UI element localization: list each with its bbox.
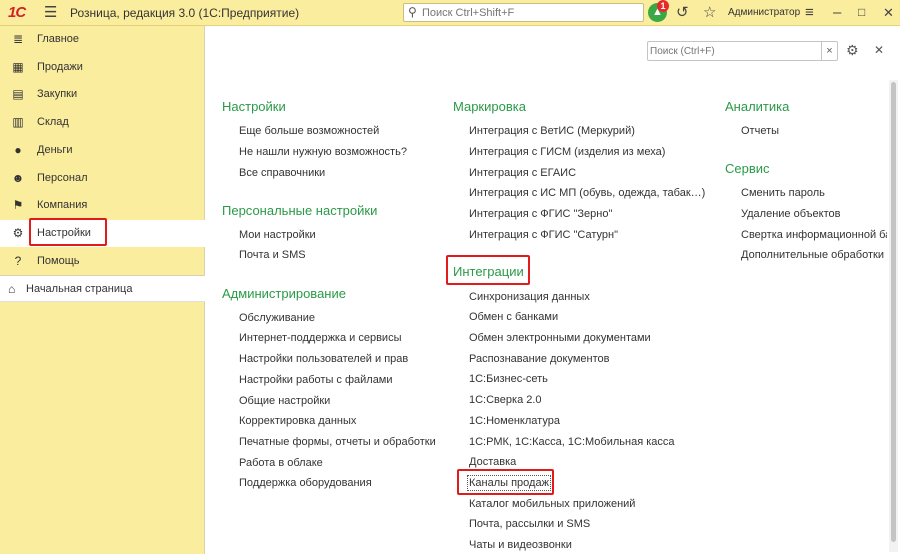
global-search-input[interactable] — [422, 6, 637, 20]
sidebar-item-sales[interactable]: ▦ Продажи — [0, 54, 205, 81]
cash-register-icon: ▦ — [12, 60, 24, 74]
home-icon: ⌂ — [8, 282, 16, 296]
scrollbar-thumb[interactable] — [891, 82, 896, 542]
link-sverka[interactable]: 1С:Сверка 2.0 — [469, 394, 542, 406]
link-business-network[interactable]: 1С:Бизнес-сеть — [469, 373, 548, 385]
home-page-tab[interactable]: ⌂ Начальная страница — [0, 276, 205, 302]
link-infobase-collapse[interactable]: Свертка информационной базы — [741, 229, 887, 241]
sidebar-item-main[interactable]: ≣ Главное — [0, 26, 205, 53]
app-logo[interactable]: 1С — [8, 4, 26, 21]
minimize-icon[interactable]: – — [833, 4, 841, 21]
link-cloud-work[interactable]: Работа в облаке — [239, 457, 323, 469]
favorites-star-icon[interactable]: ☆ — [703, 4, 716, 21]
close-panel-icon[interactable]: ✕ — [874, 43, 884, 57]
section-heading-administration: Администрирование — [222, 286, 346, 301]
sidebar-item-settings[interactable]: ⚙ Настройки — [0, 220, 205, 247]
sidebar-item-money[interactable]: ● Деньги — [0, 137, 205, 164]
link-all-catalogs[interactable]: Все справочники — [239, 167, 325, 179]
link-additional-processing[interactable]: Дополнительные обработки — [741, 249, 884, 261]
main-menu-icon[interactable]: ☰ — [44, 5, 57, 20]
sidebar-item-label: Склад — [37, 116, 69, 128]
search-icon: ⚲ — [408, 5, 417, 19]
section-heading-marking: Маркировка — [453, 99, 526, 114]
title-bar: 1С ☰ Розница, редакция 3.0 (1С:Предприят… — [0, 0, 900, 26]
link-reports[interactable]: Отчеты — [741, 125, 779, 137]
link-maintenance[interactable]: Обслуживание — [239, 312, 315, 324]
sidebar-item-label: Настройки — [37, 227, 91, 239]
main-content: × ⚙ ✕ Настройки Еще больше возможностей … — [206, 26, 900, 554]
sidebar-item-help[interactable]: ? Помощь — [0, 248, 205, 275]
link-mail-mailings-sms[interactable]: Почта, рассылки и SMS — [469, 518, 590, 530]
link-sales-channels[interactable]: Каналы продаж — [467, 475, 551, 491]
sidebar-item-label: Деньги — [37, 144, 73, 156]
current-user[interactable]: Администратор — [728, 7, 800, 18]
link-data-correction[interactable]: Корректировка данных — [239, 415, 356, 427]
sidebar-item-label: Персонал — [37, 172, 88, 184]
link-vetis[interactable]: Интеграция с ВетИС (Меркурий) — [469, 125, 635, 137]
link-egais[interactable]: Интеграция с ЕГАИС — [469, 167, 576, 179]
sidebar-item-label: Главное — [37, 33, 80, 45]
link-bank-exchange[interactable]: Обмен с банками — [469, 311, 558, 323]
link-change-password[interactable]: Сменить пароль — [741, 187, 825, 199]
history-icon[interactable]: ↺ — [676, 4, 689, 21]
sidebar-item-warehouse[interactable]: ▥ Склад — [0, 109, 205, 136]
section-heading-settings: Настройки — [222, 99, 286, 114]
link-print-forms[interactable]: Печатные формы, отчеты и обработки — [239, 436, 436, 448]
link-equipment-support[interactable]: Поддержка оборудования — [239, 477, 372, 489]
link-delete-objects[interactable]: Удаление объектов — [741, 208, 840, 220]
link-delivery[interactable]: Доставка — [469, 456, 516, 468]
panel-settings-gear-icon[interactable]: ⚙ — [846, 42, 859, 59]
warehouse-icon: ▥ — [12, 115, 24, 129]
link-mail-sms[interactable]: Почта и SMS — [239, 249, 306, 261]
menu-lines-icon: ≣ — [12, 32, 24, 46]
global-search-box[interactable]: ⚲ — [403, 3, 644, 22]
link-mobile-apps-catalog[interactable]: Каталог мобильных приложений — [469, 498, 635, 510]
sidebar-item-personnel[interactable]: ☻ Персонал — [0, 165, 205, 192]
sections-panel: ≣ Главное ▦ Продажи ▤ Закупки ▥ Склад ● … — [0, 26, 205, 554]
link-rmk-kassa[interactable]: 1С:РМК, 1С:Касса, 1С:Мобильная касса — [469, 436, 675, 448]
clear-search-icon[interactable]: × — [821, 42, 837, 60]
people-icon: ☻ — [11, 171, 25, 185]
notification-count-badge: 1 — [657, 0, 669, 12]
link-fgis-zerno[interactable]: Интеграция с ФГИС "Зерно" — [469, 208, 612, 220]
help-icon: ? — [14, 254, 22, 268]
app-title: Розница, редакция 3.0 (1С:Предприятие) — [70, 6, 300, 20]
sidebar-item-label: Компания — [37, 199, 88, 211]
link-my-settings[interactable]: Мои настройки — [239, 229, 316, 241]
section-search-box[interactable]: × — [647, 41, 838, 61]
link-is-mp[interactable]: Интеграция с ИС МП (обувь, одежда, табак… — [469, 187, 705, 199]
section-heading-integrations: Интеграции — [453, 264, 524, 279]
section-search-input[interactable] — [650, 44, 820, 58]
section-heading-service: Сервис — [725, 161, 770, 176]
link-internet-support[interactable]: Интернет-поддержка и сервисы — [239, 332, 401, 344]
close-window-icon[interactable]: ✕ — [883, 4, 894, 21]
link-nomenclature[interactable]: 1С:Номенклатура — [469, 415, 560, 427]
sidebar-item-label: Помощь — [37, 255, 80, 267]
section-heading-analytics: Аналитика — [725, 99, 790, 114]
sidebar-item-purchases[interactable]: ▤ Закупки — [0, 81, 205, 108]
section-heading-personal-settings: Персональные настройки — [222, 203, 378, 218]
sidebar-item-company[interactable]: ⚑ Компания — [0, 192, 205, 219]
link-missing-feature[interactable]: Не нашли нужную возможность? — [239, 146, 407, 158]
sidebar-item-label: Продажи — [37, 61, 83, 73]
link-edi[interactable]: Обмен электронными документами — [469, 332, 651, 344]
link-chats-video[interactable]: Чаты и видеозвонки — [469, 539, 572, 551]
link-document-recognition[interactable]: Распознавание документов — [469, 353, 610, 365]
settings-menu-icon[interactable]: ≡ — [805, 4, 814, 21]
link-more-features[interactable]: Еще больше возможностей — [239, 125, 379, 137]
sidebar-item-label: Закупки — [37, 88, 78, 100]
link-fgis-saturn[interactable]: Интеграция с ФГИС "Сатурн" — [469, 229, 618, 241]
link-data-sync[interactable]: Синхронизация данных — [469, 291, 590, 303]
maximize-icon[interactable]: □ — [858, 4, 865, 21]
link-gism[interactable]: Интеграция с ГИСМ (изделия из меха) — [469, 146, 665, 158]
link-general-settings[interactable]: Общие настройки — [239, 395, 330, 407]
link-file-settings[interactable]: Настройки работы с файлами — [239, 374, 393, 386]
home-page-label: Начальная страница — [26, 283, 133, 295]
cart-icon: ▤ — [12, 87, 24, 101]
flag-icon: ⚑ — [12, 198, 24, 212]
money-icon: ● — [14, 143, 22, 157]
gear-icon: ⚙ — [12, 226, 24, 240]
link-user-rights[interactable]: Настройки пользователей и прав — [239, 353, 408, 365]
